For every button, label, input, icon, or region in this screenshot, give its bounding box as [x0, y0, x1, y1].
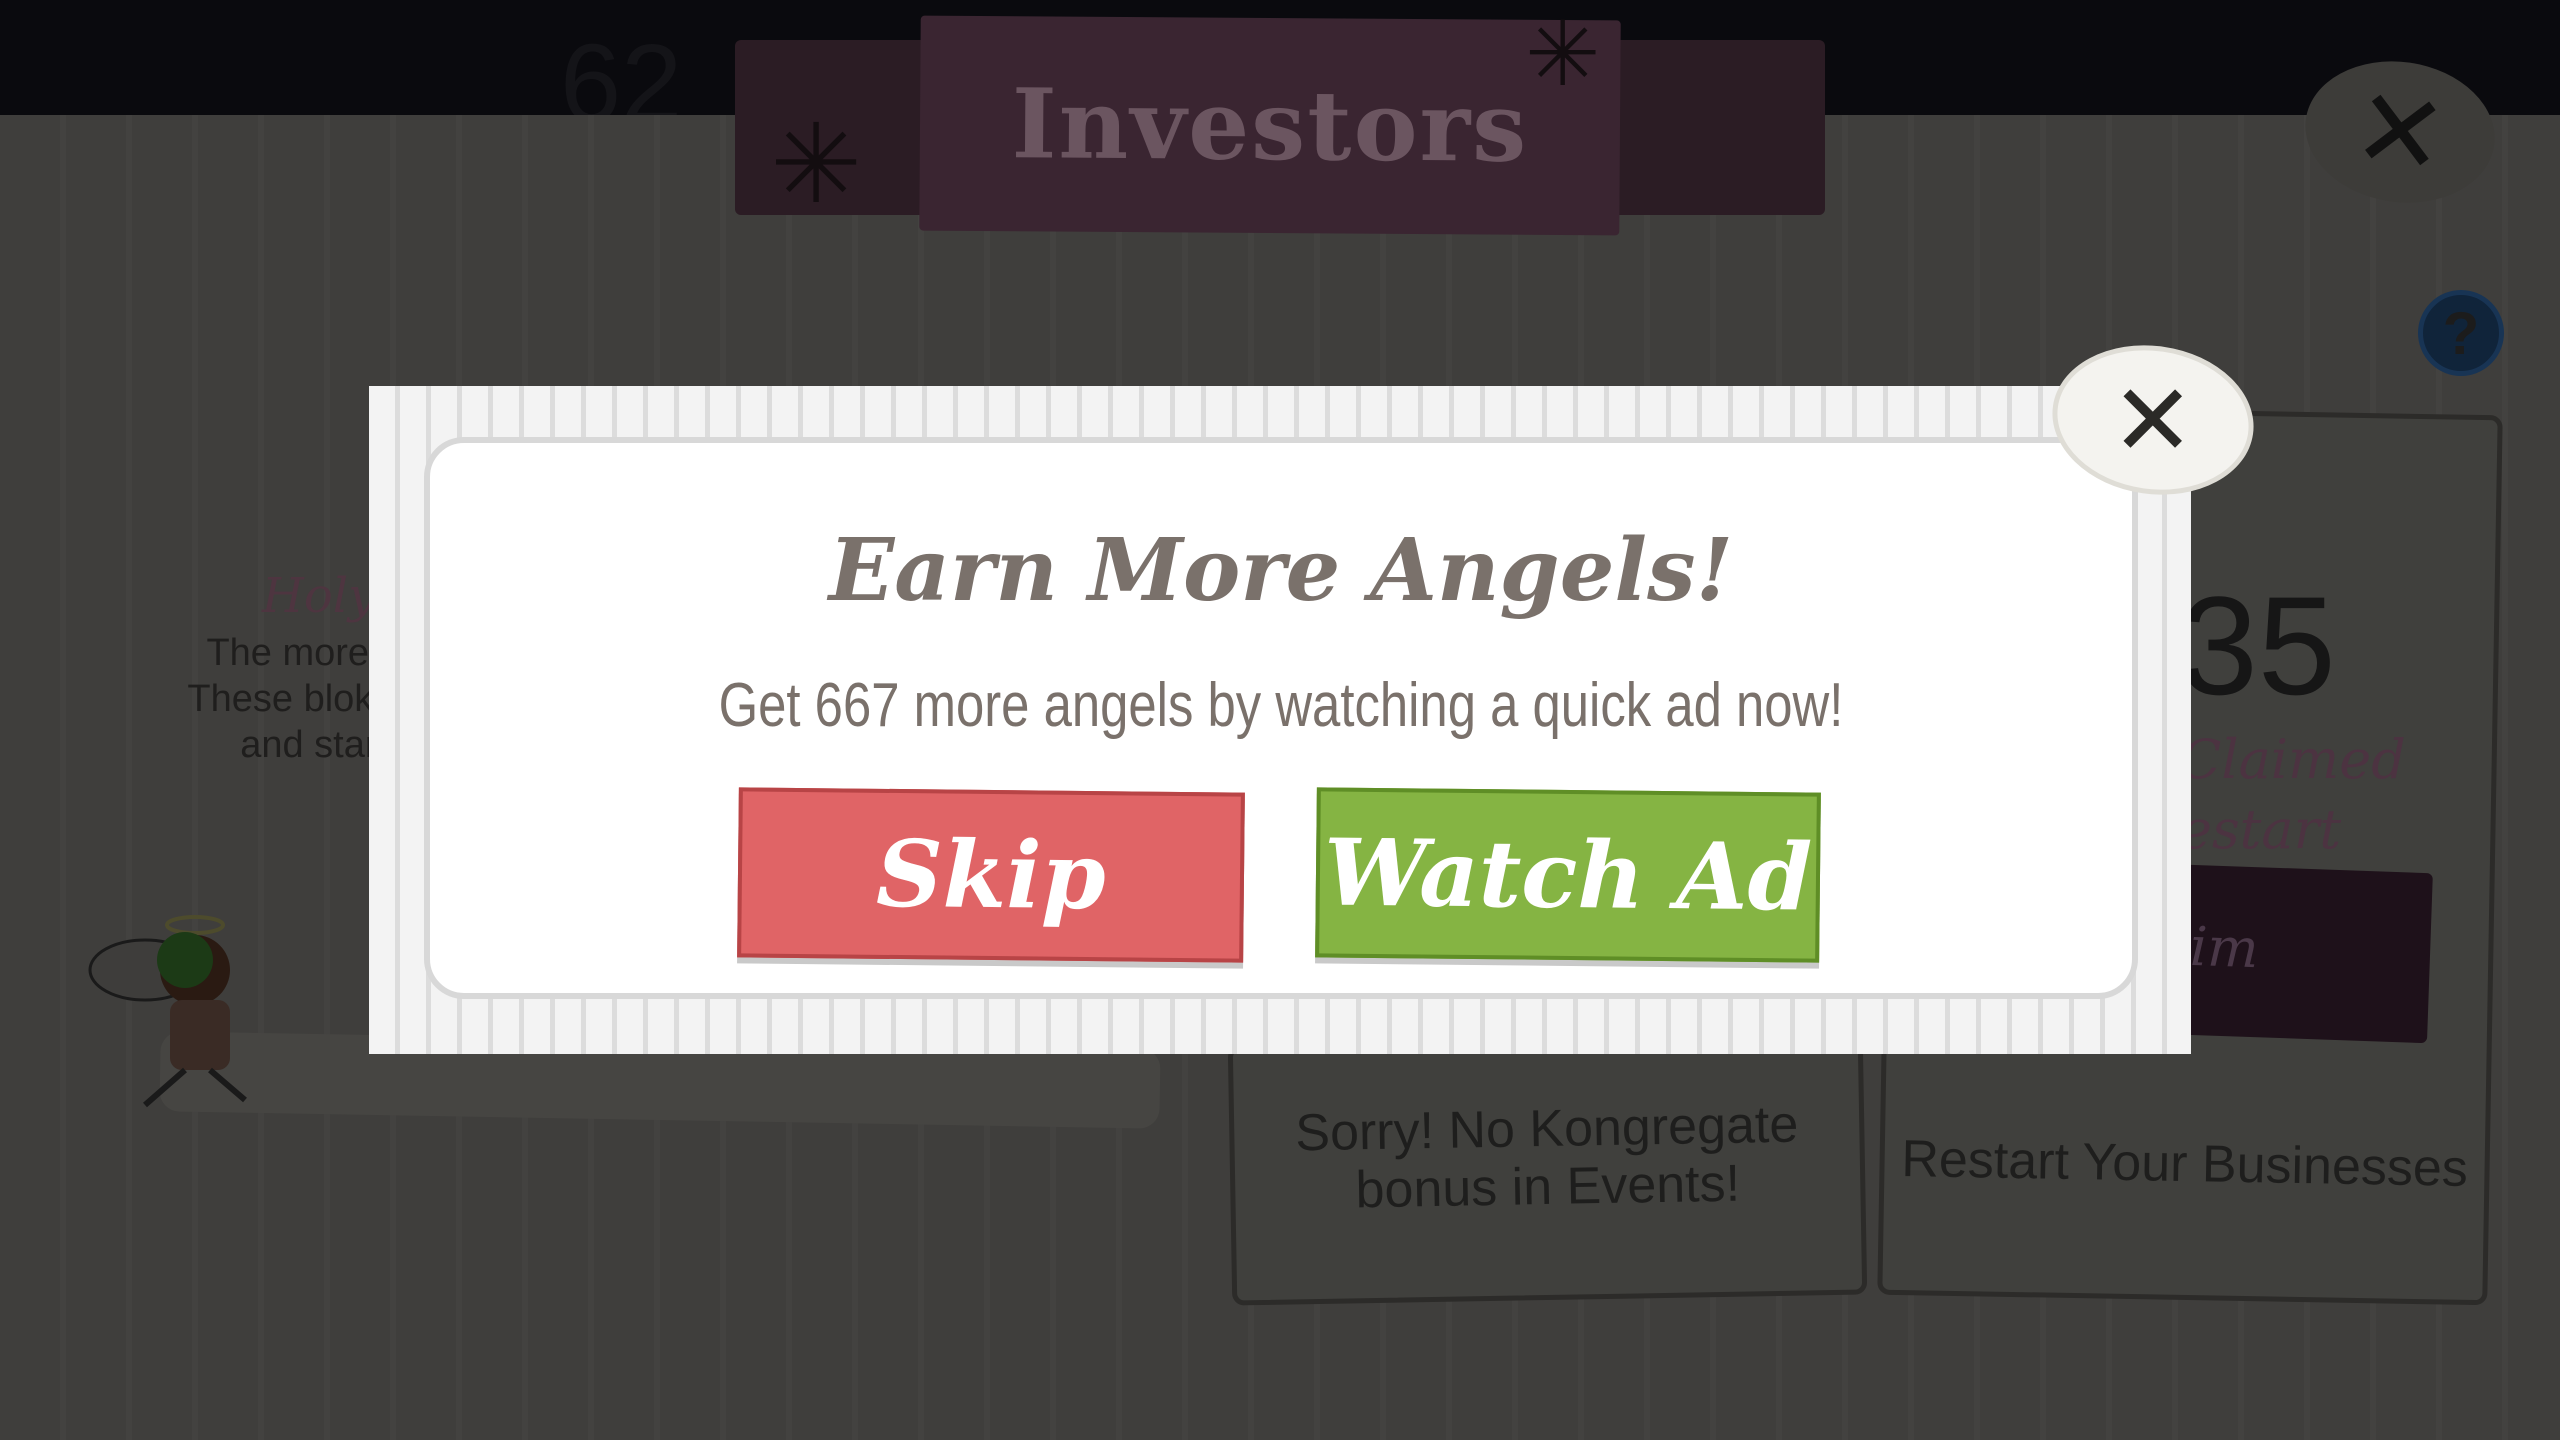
- help-icon: ?: [2442, 299, 2480, 367]
- skip-button[interactable]: Skip: [737, 787, 1245, 963]
- title-banner: Investors: [919, 15, 1621, 236]
- close-icon: ✕: [2111, 361, 2195, 479]
- claim-button-label: im: [2189, 914, 2260, 981]
- claimed-label: Claimed: [2180, 728, 2406, 791]
- angel-character-icon: [88, 915, 247, 1108]
- watch-ad-button-label: Watch Ad: [1323, 818, 1813, 932]
- holy-heading: Holy: [262, 568, 376, 624]
- kongregate-bonus-card: Sorry! No Kongregate bonus in Events!: [1227, 1034, 1868, 1306]
- snowflake-icon: ✳: [1525, 5, 1601, 105]
- panel-title: Investors: [1011, 67, 1529, 184]
- modal-message: Get 667 more angels by watching a quick …: [718, 671, 1844, 740]
- snowflake-icon: ✳: [770, 103, 863, 226]
- skip-button-label: Skip: [875, 819, 1107, 931]
- angels-count: 35: [2180, 567, 2336, 724]
- help-button[interactable]: ?: [2418, 290, 2504, 376]
- modal-title: Earn More Angels!: [828, 520, 1734, 621]
- kongregate-card-text: Sorry! No Kongregate bonus in Events!: [1294, 1095, 1799, 1220]
- restart-card-text: Restart Your Businesses: [1900, 1130, 2469, 1198]
- close-icon: ✕: [2345, 62, 2455, 202]
- restart-label: estart: [2180, 798, 2342, 861]
- watch-ad-button[interactable]: Watch Ad: [1315, 787, 1821, 963]
